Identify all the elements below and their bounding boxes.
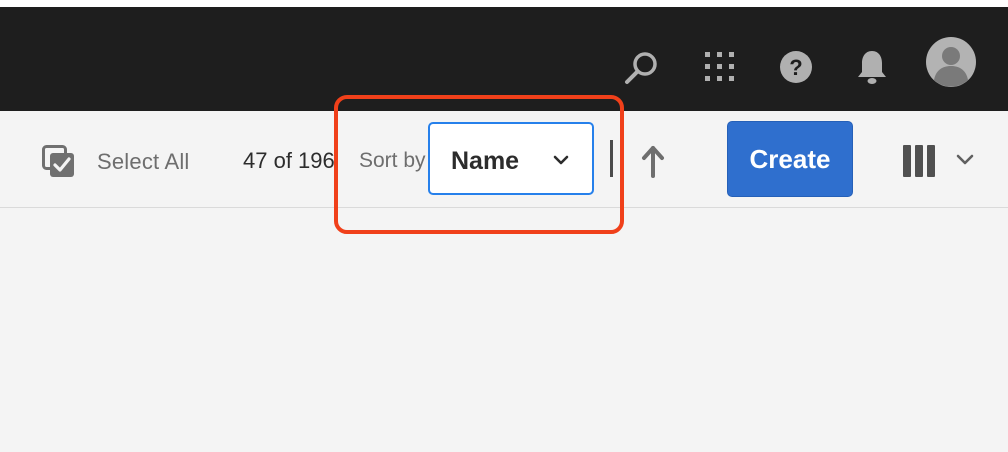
apps-grid-icon[interactable] xyxy=(700,47,740,87)
svg-text:?: ? xyxy=(789,55,802,80)
chevron-down-icon xyxy=(956,154,974,165)
select-all-checkbox-icon xyxy=(42,145,74,177)
user-avatar-icon[interactable] xyxy=(926,37,976,87)
notifications-bell-icon[interactable] xyxy=(852,47,892,87)
chevron-down-icon xyxy=(553,155,569,165)
create-button[interactable]: Create xyxy=(727,121,853,197)
sort-ascending-arrow-icon[interactable] xyxy=(638,145,668,179)
top-header-bar: ? xyxy=(0,7,1008,111)
view-switcher-button[interactable] xyxy=(898,143,980,179)
actions-toolbar: Select All 47 of 196 Sort by Name Create xyxy=(0,111,1008,208)
sort-by-selected-value: Name xyxy=(451,147,520,175)
help-icon[interactable]: ? xyxy=(776,47,816,87)
toolbar-divider xyxy=(610,140,613,177)
sort-by-dropdown[interactable]: Name xyxy=(428,122,594,195)
content-area xyxy=(0,208,1008,452)
select-all-button[interactable]: Select All xyxy=(42,145,190,179)
column-view-icon xyxy=(903,145,935,177)
search-icon[interactable] xyxy=(622,47,662,87)
sort-by-label: Sort by xyxy=(359,149,426,172)
select-all-label: Select All xyxy=(97,149,190,174)
item-count: 47 of 196 xyxy=(243,148,335,173)
